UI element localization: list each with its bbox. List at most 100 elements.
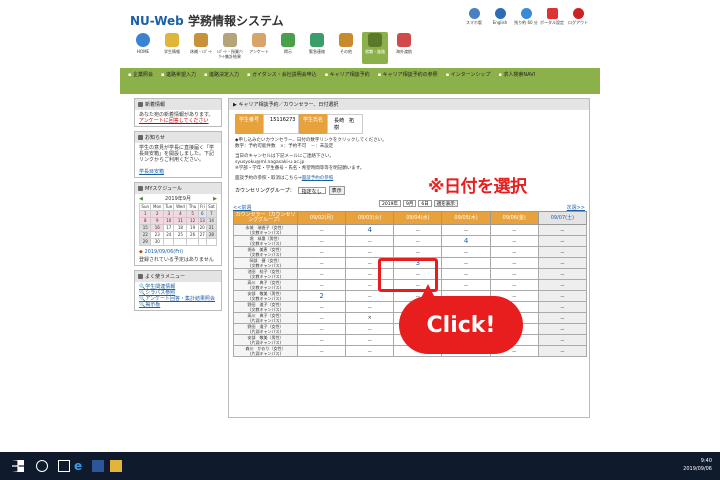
- prev-week-link[interactable]: <<前週: [233, 204, 251, 211]
- cal-day[interactable]: 2: [150, 210, 165, 218]
- slot-available-link[interactable]: 4: [441, 235, 491, 247]
- group-show-button[interactable]: 表示: [328, 186, 345, 195]
- logout-link[interactable]: ログアウト: [566, 8, 590, 26]
- cal-day[interactable]: 5: [186, 210, 199, 218]
- subnav-career-consult[interactable]: キャリア相談予約: [325, 71, 370, 78]
- subnav-job-search[interactable]: 求人検索NAVI: [498, 71, 535, 78]
- portal-settings-link[interactable]: ポータル設定: [540, 8, 564, 26]
- cal-day[interactable]: 11: [173, 217, 188, 225]
- cal-day[interactable]: 26: [186, 231, 199, 239]
- cal-day[interactable]: 1: [138, 210, 152, 218]
- nav-other[interactable]: その他: [333, 32, 359, 64]
- cal-day[interactable]: 19: [186, 224, 199, 232]
- calendar-nav: ◀ 2019年9月 ▶: [139, 196, 217, 202]
- subnav-internship[interactable]: インターンシップ: [446, 71, 491, 78]
- cal-day[interactable]: 24: [163, 231, 175, 239]
- click-callout: Click!: [399, 296, 523, 354]
- slot-cell: －: [296, 246, 347, 258]
- cal-day[interactable]: 13: [197, 217, 207, 225]
- cal-day[interactable]: 9: [150, 217, 165, 225]
- counselor-campus: (文教キャンパス): [249, 252, 282, 257]
- search-icon[interactable]: [36, 460, 48, 472]
- cal-day[interactable]: 17: [163, 224, 175, 232]
- slot-cell: －: [296, 268, 347, 280]
- schedule-date[interactable]: ◆ 2019/09/06(Fri): [139, 249, 217, 255]
- windows-start-icon[interactable]: [12, 460, 24, 472]
- cal-weekday: Fri: [197, 203, 207, 211]
- day-select[interactable]: 6日: [418, 200, 432, 207]
- smartphone-link[interactable]: スマホ版: [462, 8, 486, 26]
- table-row: 堀 恭惠（男性） (文教キャンパス) －－－ 4 －－: [233, 235, 588, 247]
- nav-survey[interactable]: アンケート: [246, 32, 272, 64]
- nav-cancel-makeup-label: 休補・ﾚﾎﾟｰﾄ: [190, 49, 212, 54]
- cal-day-today[interactable]: 6: [197, 210, 207, 218]
- notice-text: 学生の意見が学長に直接届く「学長目安箱」を開設しました。下記リンクからご利用くだ…: [139, 145, 215, 163]
- cal-day[interactable]: 29: [138, 238, 152, 246]
- subnav-company[interactable]: 企業照会: [128, 71, 153, 78]
- cal-day[interactable]: 14: [205, 217, 218, 225]
- emergency-icon: [310, 33, 324, 47]
- clock-icon: [520, 8, 532, 19]
- slot-cell: －: [393, 224, 443, 236]
- word-icon[interactable]: [92, 460, 104, 472]
- cal-day[interactable]: 10: [163, 217, 175, 225]
- app-logo[interactable]: NU-Web 学務情報システム: [130, 12, 284, 29]
- slot-available-link[interactable]: 4: [345, 224, 395, 236]
- suggestion-box-link[interactable]: 学長目安箱: [139, 169, 217, 175]
- cal-day[interactable]: 28: [205, 231, 218, 239]
- cal-day[interactable]: 22: [138, 231, 152, 239]
- cal-day[interactable]: 18: [173, 224, 188, 232]
- cal-day[interactable]: 20: [197, 224, 207, 232]
- english-link[interactable]: English: [488, 8, 512, 26]
- slot-cell: －: [537, 290, 588, 302]
- counselor-campus: (片淵キャンパス): [249, 340, 282, 345]
- cal-day[interactable]: 12: [186, 217, 199, 225]
- counselor-campus: (文教キャンパス): [249, 230, 282, 235]
- nav-overseas[interactable]: 海外渡航: [391, 32, 417, 64]
- next-week-link[interactable]: 次週>>: [567, 204, 585, 211]
- nav-notice[interactable]: 掲示: [275, 32, 301, 64]
- cal-day[interactable]: 16: [150, 224, 165, 232]
- edge-icon[interactable]: e: [74, 460, 86, 472]
- group-select[interactable]: 指定なし: [297, 187, 326, 195]
- cal-day[interactable]: 21: [205, 224, 218, 232]
- table-row: 安部 敬美（男性）(文教キャンパス)2－－－－－: [233, 290, 588, 302]
- month-select[interactable]: 9月: [402, 200, 417, 207]
- cal-day[interactable]: 30: [150, 238, 165, 246]
- clock-date: 2019/09/06: [683, 466, 712, 472]
- cal-day[interactable]: 25: [173, 231, 188, 239]
- counselor-name: 池田 桂子（女性） (文教キャンパス): [233, 268, 298, 280]
- show-week-button[interactable]: 週を表示: [433, 200, 458, 207]
- cal-day[interactable]: 27: [197, 231, 207, 239]
- nav-career[interactable]: 就職・進路: [362, 32, 388, 64]
- survey-link[interactable]: アンケートに回答してください: [139, 118, 217, 124]
- slot-cell: －: [537, 268, 588, 280]
- home-icon: [136, 33, 150, 47]
- cal-day[interactable]: 4: [173, 210, 188, 218]
- frequent-menu-header: よく使うメニュー: [135, 271, 221, 282]
- notice-title: お知らせ: [145, 135, 165, 141]
- subnav-guidance[interactable]: ガイダンス・会社説明会申込: [247, 71, 317, 78]
- task-view-icon[interactable]: [58, 460, 70, 472]
- calendar-next-icon[interactable]: ▶: [213, 196, 217, 202]
- menu-board[interactable]: 🔍掲示板: [139, 302, 217, 308]
- nav-home[interactable]: HOME: [130, 32, 156, 64]
- nav-emergency[interactable]: 緊急連絡: [304, 32, 330, 64]
- calendar-prev-icon[interactable]: ◀: [139, 196, 143, 202]
- cal-day[interactable]: 7: [205, 210, 218, 218]
- nav-student-info[interactable]: 学生情報: [159, 32, 185, 64]
- subnav-career-plan[interactable]: 進路希望入力: [161, 71, 196, 78]
- cal-day[interactable]: 3: [163, 210, 175, 218]
- student-id-label: 学生番号: [235, 114, 264, 134]
- nav-report[interactable]: ﾚﾎﾟｰﾄ・授業ｱﾝｹｰﾄ集計結果: [217, 32, 243, 64]
- folder-icon[interactable]: [110, 460, 122, 472]
- cal-day[interactable]: 8: [138, 217, 152, 225]
- subnav-consult-view[interactable]: キャリア相談予約の参照: [378, 71, 438, 78]
- year-select[interactable]: 2019年: [379, 200, 401, 207]
- reservation-view-link[interactable]: 面談予約の参照: [302, 176, 334, 181]
- nav-cancel-makeup[interactable]: 休補・ﾚﾎﾟｰﾄ: [188, 32, 214, 64]
- subnav-career-decision[interactable]: 進路決定入力: [204, 71, 239, 78]
- cal-day[interactable]: 23: [150, 231, 165, 239]
- slot-available-link[interactable]: 2: [296, 290, 347, 302]
- cal-day[interactable]: 15: [138, 224, 152, 232]
